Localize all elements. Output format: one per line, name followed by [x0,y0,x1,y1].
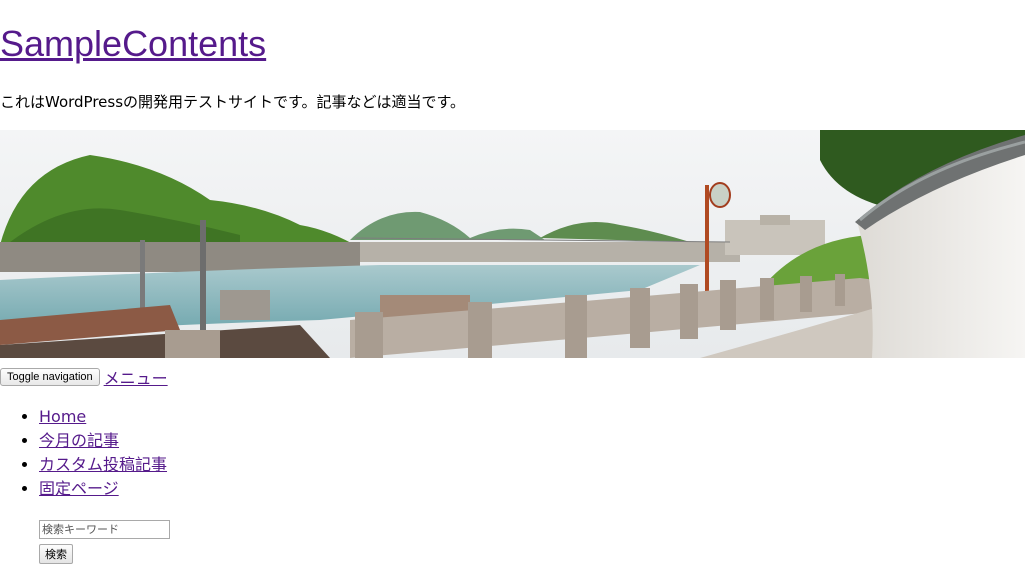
nav-item-custom-posts: カスタム投稿記事 [39,453,167,477]
site-description: これはWordPressの開発用テストサイトです。記事などは適当です。 [0,93,466,111]
nav-link-this-month[interactable]: 今月の記事 [39,431,119,450]
nav-bar: Toggle navigation メニュー [0,366,168,388]
search-input[interactable] [39,520,170,539]
search-form: 検索 [39,520,170,564]
nav-item-home: Home [39,405,167,429]
menu-link[interactable]: メニュー [104,365,168,389]
search-button[interactable]: 検索 [39,544,73,564]
site-title: SampleContents [0,22,266,66]
nav-item-fixed-page: 固定ページ [39,477,167,501]
header-image [0,130,1025,358]
nav-link-fixed-page[interactable]: 固定ページ [39,479,119,498]
nav-menu: Home 今月の記事 カスタム投稿記事 固定ページ [0,405,167,501]
nav-item-this-month: 今月の記事 [39,429,167,453]
site-title-link[interactable]: SampleContents [0,23,266,64]
nav-link-home[interactable]: Home [39,407,86,426]
toggle-navigation-button[interactable]: Toggle navigation [0,368,100,386]
nav-link-custom-posts[interactable]: カスタム投稿記事 [39,455,167,474]
